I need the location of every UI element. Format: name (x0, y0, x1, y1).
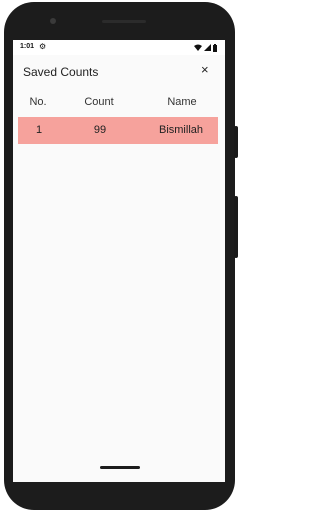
row-name: Bismillah (158, 124, 203, 136)
gear-icon: ⚙ (39, 42, 47, 51)
volume-button (234, 196, 238, 258)
status-bar: 1:01 ⚙ (13, 40, 225, 55)
front-camera (50, 18, 56, 24)
battery-icon (213, 43, 217, 52)
app-screen: 1:01 ⚙ Saved Counts × No. Count Name 1 9… (13, 40, 225, 464)
status-time: 1:01 (20, 43, 35, 50)
close-button[interactable]: × (201, 62, 209, 78)
earpiece-speaker (102, 20, 146, 23)
home-gesture-bar[interactable] (100, 466, 140, 469)
status-icons (194, 43, 217, 52)
wifi-icon (194, 44, 202, 51)
signal-icon (204, 44, 211, 51)
row-count: 99 (93, 124, 107, 136)
table-header: No. Count Name (17, 96, 223, 110)
header-name: Name (167, 96, 197, 108)
row-no: 1 (35, 124, 43, 136)
close-icon: × (201, 62, 209, 77)
header-no: No. (29, 96, 47, 108)
power-button (234, 126, 238, 158)
header-count: Count (84, 96, 114, 108)
table-row[interactable]: 1 99 Bismillah (18, 117, 218, 144)
dialog-title: Saved Counts (23, 65, 99, 79)
